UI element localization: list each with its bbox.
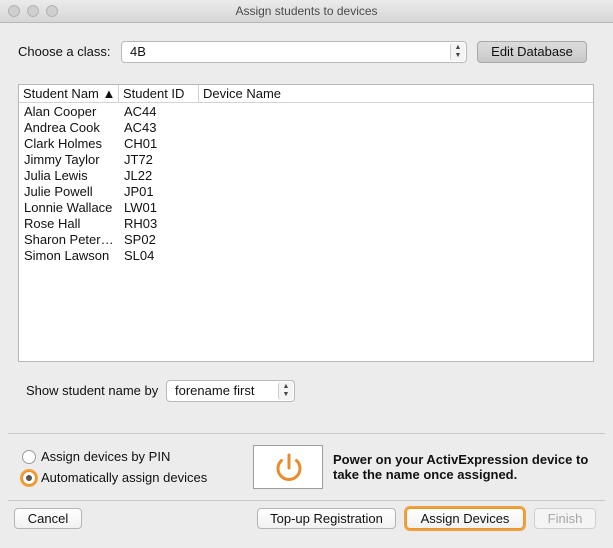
- student-id-cell: SL04: [124, 248, 155, 263]
- table-row[interactable]: Jimmy Taylor JT72: [19, 152, 593, 168]
- table-row[interactable]: Lonnie Wallace LW01: [19, 200, 593, 216]
- student-name-cell: Rose Hall: [24, 216, 81, 231]
- student-id-cell: AC43: [124, 120, 157, 135]
- student-name-cell: Julie Powell: [24, 184, 93, 199]
- topup-registration-button[interactable]: Top-up Registration: [257, 508, 396, 529]
- window-title: Assign students to devices: [235, 4, 378, 18]
- footer-divider: [8, 500, 605, 501]
- student-name-cell: Alan Cooper: [24, 104, 97, 119]
- student-name-cell: Julia Lewis: [24, 168, 88, 183]
- finish-button[interactable]: Finish: [534, 508, 596, 529]
- assign-devices-button[interactable]: Assign Devices: [406, 508, 524, 529]
- student-id-cell: JT72: [124, 152, 153, 167]
- power-on-message: Power on your ActivExpression device to …: [333, 452, 589, 482]
- assign-students-window: Assign students to devices Choose a clas…: [0, 0, 613, 548]
- assign-by-pin-label: Assign devices by PIN: [41, 449, 171, 464]
- table-row[interactable]: Clark Holmes CH01: [19, 136, 593, 152]
- name-order-select[interactable]: forename first ▲ ▼: [166, 380, 295, 402]
- select-stepper-icon: ▲ ▼: [278, 382, 293, 400]
- title-bar: Assign students to devices: [0, 0, 613, 23]
- student-id-cell: CH01: [124, 136, 158, 151]
- assign-by-pin-radio[interactable]: [22, 450, 36, 464]
- power-icon-box: [253, 445, 323, 489]
- power-icon: [276, 453, 302, 482]
- student-id-cell: RH03: [124, 216, 158, 231]
- select-stepper-icon: ▲ ▼: [450, 43, 465, 61]
- choose-class-label: Choose a class:: [18, 44, 111, 59]
- class-select-value: 4B: [130, 44, 146, 59]
- student-name-cell: Clark Holmes: [24, 136, 103, 151]
- table-row[interactable]: Alan Cooper AC44: [19, 104, 593, 120]
- student-id-cell: SP02: [124, 232, 156, 247]
- student-name-cell: Simon Lawson: [24, 248, 110, 263]
- table-header: Student Nam ▲ Student ID Device Name: [19, 85, 593, 103]
- student-id-cell: AC44: [124, 104, 157, 119]
- student-name-cell: Lonnie Wallace: [24, 200, 113, 215]
- table-row[interactable]: Julia Lewis JL22: [19, 168, 593, 184]
- table-row[interactable]: Julie Powell JP01: [19, 184, 593, 200]
- student-name-cell: Andrea Cook: [24, 120, 100, 135]
- student-id-cell: LW01: [124, 200, 157, 215]
- auto-assign-label: Automatically assign devices: [41, 470, 208, 485]
- class-select[interactable]: 4B ▲ ▼: [121, 41, 467, 63]
- cancel-button[interactable]: Cancel: [14, 508, 82, 529]
- name-order-value: forename first: [175, 383, 255, 398]
- student-name-cell: Jimmy Taylor: [24, 152, 100, 167]
- table-row[interactable]: Simon Lawson SL04: [19, 248, 593, 264]
- name-order-label: Show student name by: [26, 383, 159, 398]
- student-id-cell: JP01: [124, 184, 154, 199]
- table-body: Alan Cooper AC44 Andrea Cook AC43 Clark Ho…: [19, 103, 593, 264]
- table-row[interactable]: Sharon Peter… SP02: [19, 232, 593, 248]
- column-student-id[interactable]: Student ID: [119, 85, 199, 102]
- edit-database-button[interactable]: Edit Database: [477, 41, 587, 63]
- column-device-name[interactable]: Device Name: [199, 85, 399, 102]
- students-table[interactable]: Student Nam ▲ Student ID Device Name Ala…: [18, 84, 594, 362]
- section-divider: [8, 433, 605, 434]
- student-id-cell: JL22: [124, 168, 153, 183]
- column-student-name[interactable]: Student Nam ▲: [19, 85, 119, 102]
- table-row[interactable]: Andrea Cook AC43: [19, 120, 593, 136]
- student-name-cell: Sharon Peter…: [24, 232, 114, 247]
- table-row[interactable]: Rose Hall RH03: [19, 216, 593, 232]
- auto-assign-radio[interactable]: [22, 471, 36, 485]
